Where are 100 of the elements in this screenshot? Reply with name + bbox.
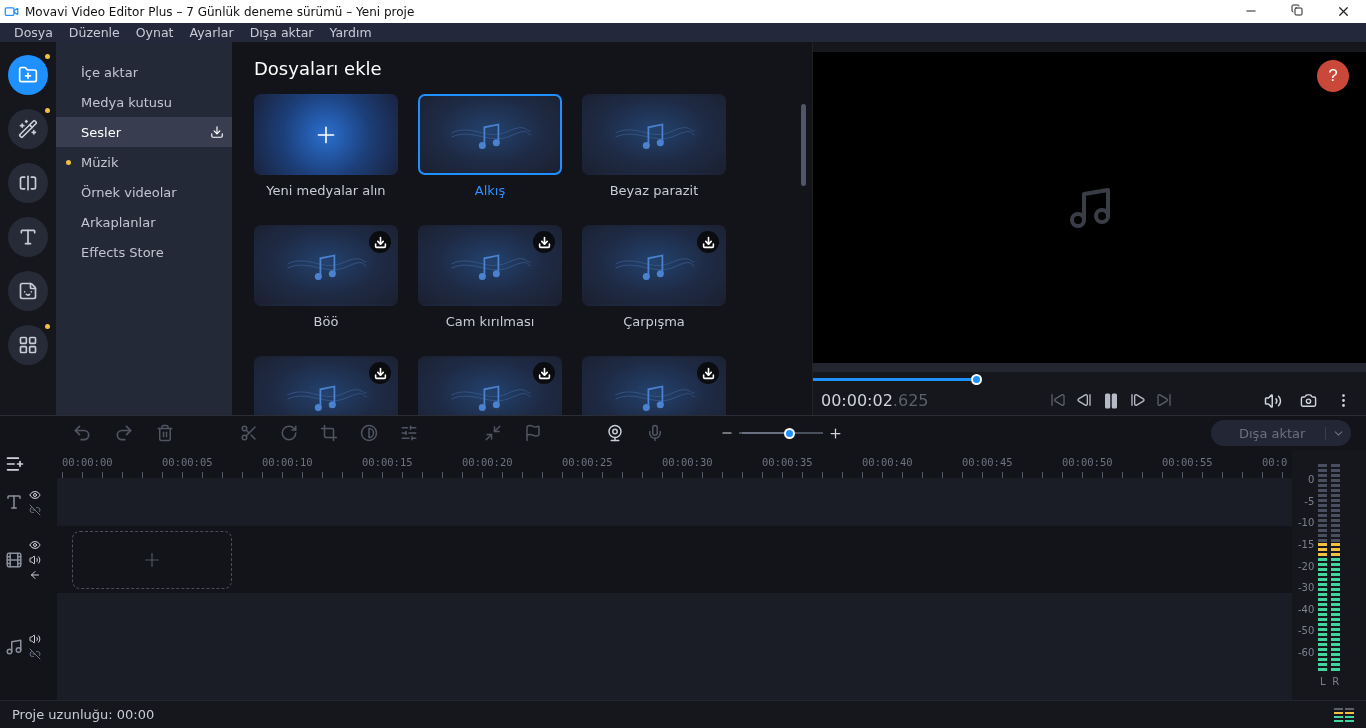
- color-adjust-icon[interactable]: [360, 424, 378, 442]
- category-item[interactable]: Effects Store: [56, 237, 232, 267]
- category-item[interactable]: Örnek videolar: [56, 177, 232, 207]
- menu-item[interactable]: Dışa aktar: [241, 25, 322, 40]
- unlink-icon[interactable]: [29, 648, 41, 660]
- scrollbar-thumb[interactable]: [801, 104, 806, 186]
- sound-tile[interactable]: [582, 356, 726, 415]
- ruler-label: 00:00:05: [161, 455, 214, 470]
- camera-icon[interactable]: [1300, 391, 1317, 409]
- download-icon: [537, 235, 551, 249]
- add-media-tile[interactable]: [254, 94, 398, 175]
- sound-tile[interactable]: [418, 225, 562, 306]
- ruler-label: 00:0: [1261, 455, 1289, 470]
- meter-scale-label: -15: [1298, 538, 1315, 550]
- tile-label: Çarpışma: [623, 314, 685, 329]
- unlink-icon[interactable]: [29, 503, 41, 516]
- scissors-icon[interactable]: [240, 424, 258, 442]
- step-back-icon[interactable]: [1076, 391, 1093, 408]
- menu-item[interactable]: Düzenle: [60, 25, 128, 40]
- project-length: Proje uzunluğu: 00:00: [12, 707, 156, 722]
- add-track-icon[interactable]: [5, 454, 25, 474]
- sidebar-button[interactable]: [8, 271, 48, 311]
- volume-icon[interactable]: [29, 553, 41, 566]
- menu-item[interactable]: Dosya: [6, 25, 61, 40]
- channel-label: L: [1320, 676, 1326, 687]
- sidebar-button[interactable]: [8, 217, 48, 257]
- music-track-icon: [5, 637, 23, 656]
- crop-icon[interactable]: [320, 424, 338, 442]
- help-button[interactable]: ?: [1317, 60, 1349, 92]
- arrow-left-icon[interactable]: [29, 568, 41, 581]
- ruler-label: 00:00:20: [461, 455, 514, 470]
- ruler-label: 00:00:35: [761, 455, 814, 470]
- sound-tile[interactable]: [254, 225, 398, 306]
- sound-tile[interactable]: [418, 356, 562, 415]
- category-item[interactable]: Arkaplanlar: [56, 207, 232, 237]
- channel-label: R: [1332, 676, 1340, 687]
- download-badge[interactable]: [369, 362, 391, 384]
- restore-icon[interactable]: [1291, 4, 1303, 16]
- category-label: Arkaplanlar: [81, 214, 157, 230]
- rotate-icon[interactable]: [280, 424, 298, 442]
- tile-label: Cam kırılması: [445, 314, 535, 329]
- ruler-label: 00:00:30: [661, 455, 714, 470]
- category-item[interactable]: Müzik: [56, 147, 232, 177]
- undo-icon[interactable]: [72, 423, 92, 443]
- zoom-handle[interactable]: [783, 427, 795, 439]
- volume-icon[interactable]: [29, 633, 41, 645]
- download-badge[interactable]: [533, 362, 555, 384]
- download-badge[interactable]: [697, 362, 719, 384]
- download-badge[interactable]: [697, 231, 719, 253]
- menu-item[interactable]: Yardım: [321, 25, 380, 40]
- visibility-icon[interactable]: [29, 538, 41, 551]
- tile-label: Alkış: [474, 183, 506, 198]
- menu-item[interactable]: Ayarlar: [181, 25, 242, 40]
- download-badge[interactable]: [369, 231, 391, 253]
- skip-back-icon[interactable]: [1050, 391, 1067, 408]
- progress-handle[interactable]: [971, 374, 983, 385]
- category-item[interactable]: İçe aktar: [56, 57, 232, 87]
- camera-logo-icon: [4, 4, 19, 19]
- sidebar-button[interactable]: [8, 55, 48, 95]
- sidebar-button[interactable]: [8, 163, 48, 203]
- category-label: İçe aktar: [81, 64, 139, 80]
- sound-tile[interactable]: [418, 94, 562, 175]
- menu-item[interactable]: Oynat: [127, 25, 182, 40]
- redo-icon[interactable]: [114, 423, 134, 443]
- webcam-icon[interactable]: [606, 424, 624, 442]
- text-icon: [18, 227, 38, 247]
- timeline-track[interactable]: [57, 478, 1292, 526]
- download-icon: [701, 235, 715, 249]
- sidebar-button[interactable]: [8, 109, 48, 149]
- flag-icon[interactable]: [524, 424, 542, 442]
- skip-forward-icon[interactable]: [1156, 391, 1173, 408]
- category-label: Medya kutusu: [81, 94, 173, 110]
- step-forward-icon[interactable]: [1130, 391, 1147, 408]
- sound-tile[interactable]: [582, 225, 726, 306]
- zoom-in-icon[interactable]: [828, 425, 843, 441]
- download-badge[interactable]: [533, 231, 555, 253]
- sound-tile[interactable]: [582, 94, 726, 175]
- text-track-icon: [5, 493, 23, 511]
- sidebar-button[interactable]: [8, 325, 48, 365]
- level-meter-icon[interactable]: [1333, 706, 1355, 723]
- resize-icon[interactable]: [484, 424, 502, 442]
- meter-scale-label: -40: [1298, 603, 1315, 615]
- meter-scale-label: -50: [1298, 625, 1315, 637]
- ruler-label: 00:00:40: [861, 455, 914, 470]
- category-item[interactable]: Medya kutusu: [56, 87, 232, 117]
- sound-tile[interactable]: [254, 356, 398, 415]
- download-icon[interactable]: [210, 125, 224, 139]
- meter-scale-label: -20: [1298, 560, 1315, 572]
- delete-icon[interactable]: [156, 424, 174, 442]
- visibility-icon[interactable]: [29, 488, 41, 501]
- microphone-icon[interactable]: [646, 424, 664, 442]
- category-label: Sesler: [81, 124, 122, 140]
- volume-icon[interactable]: [1264, 391, 1282, 410]
- meter-scale-label: -10: [1298, 517, 1315, 529]
- category-label: Effects Store: [81, 244, 165, 260]
- settings-icon[interactable]: [400, 424, 418, 442]
- category-item[interactable]: Sesler: [56, 117, 232, 147]
- timecode: 00:00:02: [821, 391, 893, 410]
- meter-scale-label: 0: [1307, 474, 1315, 485]
- grid-icon: [18, 335, 38, 355]
